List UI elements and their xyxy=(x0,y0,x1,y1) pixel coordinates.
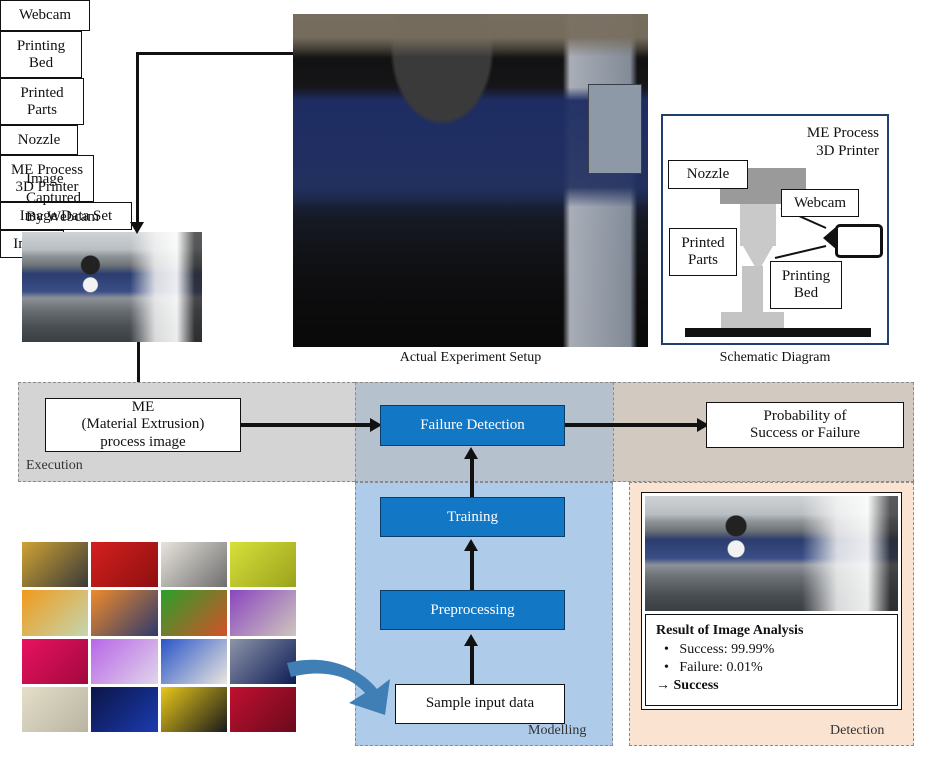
label-nozzle-schematic: Nozzle xyxy=(668,160,748,189)
failure-detection-label: Failure Detection xyxy=(420,417,525,433)
dataset-to-sample-arrow xyxy=(287,659,390,715)
result-bullet-success: • Success: 99.99% xyxy=(664,642,775,657)
dataset-tile xyxy=(91,542,158,588)
sample-to-preprocessing-arrowhead xyxy=(464,634,478,646)
me-line-3: process image xyxy=(100,433,186,450)
dataset-tile xyxy=(22,590,89,636)
label-printed-parts-setup: Printed Parts xyxy=(0,78,84,125)
dataset-tile xyxy=(91,590,158,636)
band-label-execution: Execution xyxy=(26,458,83,473)
failure-detection-box[interactable]: Failure Detection xyxy=(380,405,565,446)
probability-output-box[interactable]: Probability of Success or Failure xyxy=(706,402,904,448)
dataset-tile xyxy=(160,542,227,588)
detection-result-photo-detail xyxy=(645,496,898,611)
webcam-captured-photo-detail xyxy=(22,232,202,342)
bullet-glyph-icon: • xyxy=(664,660,669,675)
sample-input-data-box[interactable]: Sample input data xyxy=(395,684,565,724)
label-printing-bed-schematic: Printing Bed xyxy=(770,261,842,309)
dataset-tile xyxy=(91,686,158,732)
capture-label-line-2: Captured xyxy=(26,189,81,206)
detection-to-probability-arrow xyxy=(565,423,700,427)
label-printing-bed-setup: Printing Bed xyxy=(0,31,82,78)
label-webcam-setup: Webcam xyxy=(0,0,90,31)
webcam-feed-arrow-horizontal xyxy=(136,52,301,55)
sample-to-preprocessing-arrow xyxy=(470,645,474,685)
label-printed-parts-schematic: Printed Parts xyxy=(669,228,737,276)
preprocessing-to-training-arrowhead xyxy=(464,539,478,551)
preprocessing-to-training-arrow xyxy=(470,550,474,590)
probability-line-1: Probability of xyxy=(763,407,847,424)
dataset-tile xyxy=(91,638,158,684)
probability-line-2: Success or Failure xyxy=(750,425,860,441)
dataset-tile xyxy=(22,686,89,732)
dataset-tile xyxy=(22,638,89,684)
experiment-setup-photo-detail xyxy=(293,14,648,347)
training-box[interactable]: Training xyxy=(380,497,565,537)
preprocessing-label: Preprocessing xyxy=(430,601,515,618)
image-data-set-grid xyxy=(22,542,296,732)
training-label: Training xyxy=(446,508,499,525)
dataset-tile xyxy=(160,638,227,684)
result-conclusion: → Success xyxy=(656,678,719,693)
capture-label-line-3: By Webcam xyxy=(26,208,100,225)
dataset-tile xyxy=(160,590,227,636)
caption-schematic: Schematic Diagram xyxy=(719,350,831,365)
band-label-detection: Detection xyxy=(830,723,885,738)
caption-actual-setup: Actual Experiment Setup xyxy=(399,350,542,365)
webcam-feed-arrowhead xyxy=(130,222,144,234)
webcam-feed-arrow-vertical xyxy=(136,52,139,224)
dataset-tile xyxy=(229,590,296,636)
training-to-detection-arrowhead xyxy=(464,447,478,459)
result-bullet-failure: • Failure: 0.01% xyxy=(664,660,763,675)
sample-input-label: Sample input data xyxy=(425,695,535,712)
dataset-tile xyxy=(229,542,296,588)
dataset-tile xyxy=(160,686,227,732)
dataset-tile xyxy=(22,542,89,588)
result-title: Result of Image Analysis xyxy=(656,623,804,638)
me-line-1: ME xyxy=(131,399,155,416)
capture-label: Image Captured By Webcam xyxy=(26,170,146,226)
label-webcam-schematic: Webcam xyxy=(781,189,859,217)
me-line-2: (Material Extrusion) xyxy=(81,416,205,433)
result-of-image-analysis-box: Result of Image Analysis • Success: 99.9… xyxy=(645,614,898,706)
experiment-setup-photo-panel xyxy=(588,84,642,174)
band-label-modelling: Modelling xyxy=(528,723,587,738)
bullet-glyph-icon: • xyxy=(664,642,669,657)
preprocessing-box[interactable]: Preprocessing xyxy=(380,590,565,630)
schematic-diagram: ME Process 3D Printer Nozzle Webcam Prin… xyxy=(661,114,889,345)
capture-label-line-1: Image xyxy=(26,171,64,187)
me-to-detection-arrow xyxy=(241,423,373,427)
me-process-image-box[interactable]: ME (Material Extrusion) process image xyxy=(45,398,241,452)
training-to-detection-arrow xyxy=(470,458,474,498)
label-nozzle-setup: Nozzle xyxy=(0,125,78,155)
